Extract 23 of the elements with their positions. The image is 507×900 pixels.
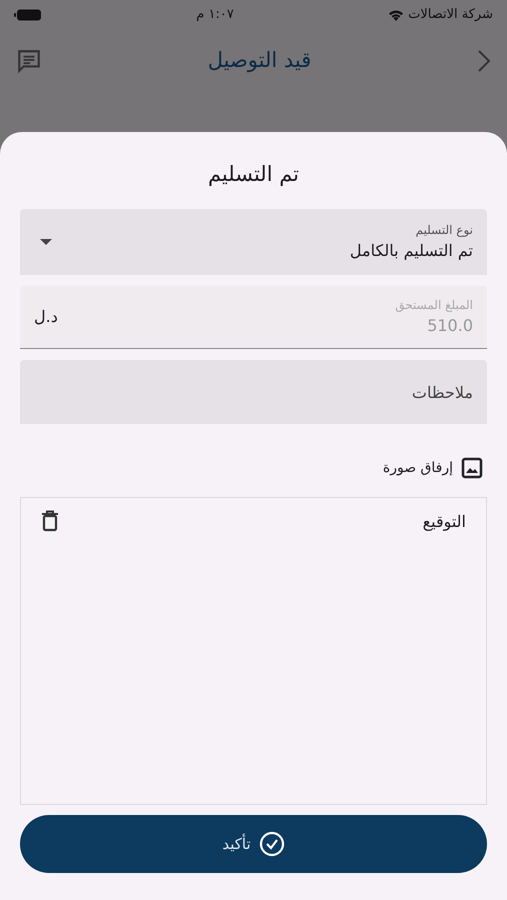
battery-icon [14,9,42,21]
attach-photo-link[interactable]: إرفاق صورة [382,458,453,479]
notes-field[interactable]: ملاحظات [20,360,487,424]
field-label: نوع التسليم [414,222,473,240]
image-icon[interactable] [461,457,483,480]
page-title: قيد التوصيل [208,47,312,74]
carrier-name: شركة الاتصالات [408,6,493,24]
chat-icon[interactable] [16,48,42,74]
signature-label: التوقيع [422,511,466,534]
dropdown-caret-icon [40,239,52,246]
confirm-button[interactable]: تأكيد [20,815,487,874]
field-value: تم التسليم بالكامل [350,240,473,262]
currency-suffix: د.ل [34,306,58,328]
dropdown-field[interactable]: نوع التسليم تم التسليم بالكامل [20,209,487,276]
back-icon[interactable] [477,49,491,73]
wifi-icon [388,9,404,21]
sheet-title: تم التسليم [206,161,300,188]
signature-pad[interactable]: التوقيع [20,497,487,806]
field-value: 510.0 [426,315,473,338]
field-label: المبلغ المستحق [395,297,473,314]
status-time: ١:٠٧ م [196,6,234,24]
delete-icon[interactable] [41,510,59,532]
check-circle-icon [258,831,285,858]
